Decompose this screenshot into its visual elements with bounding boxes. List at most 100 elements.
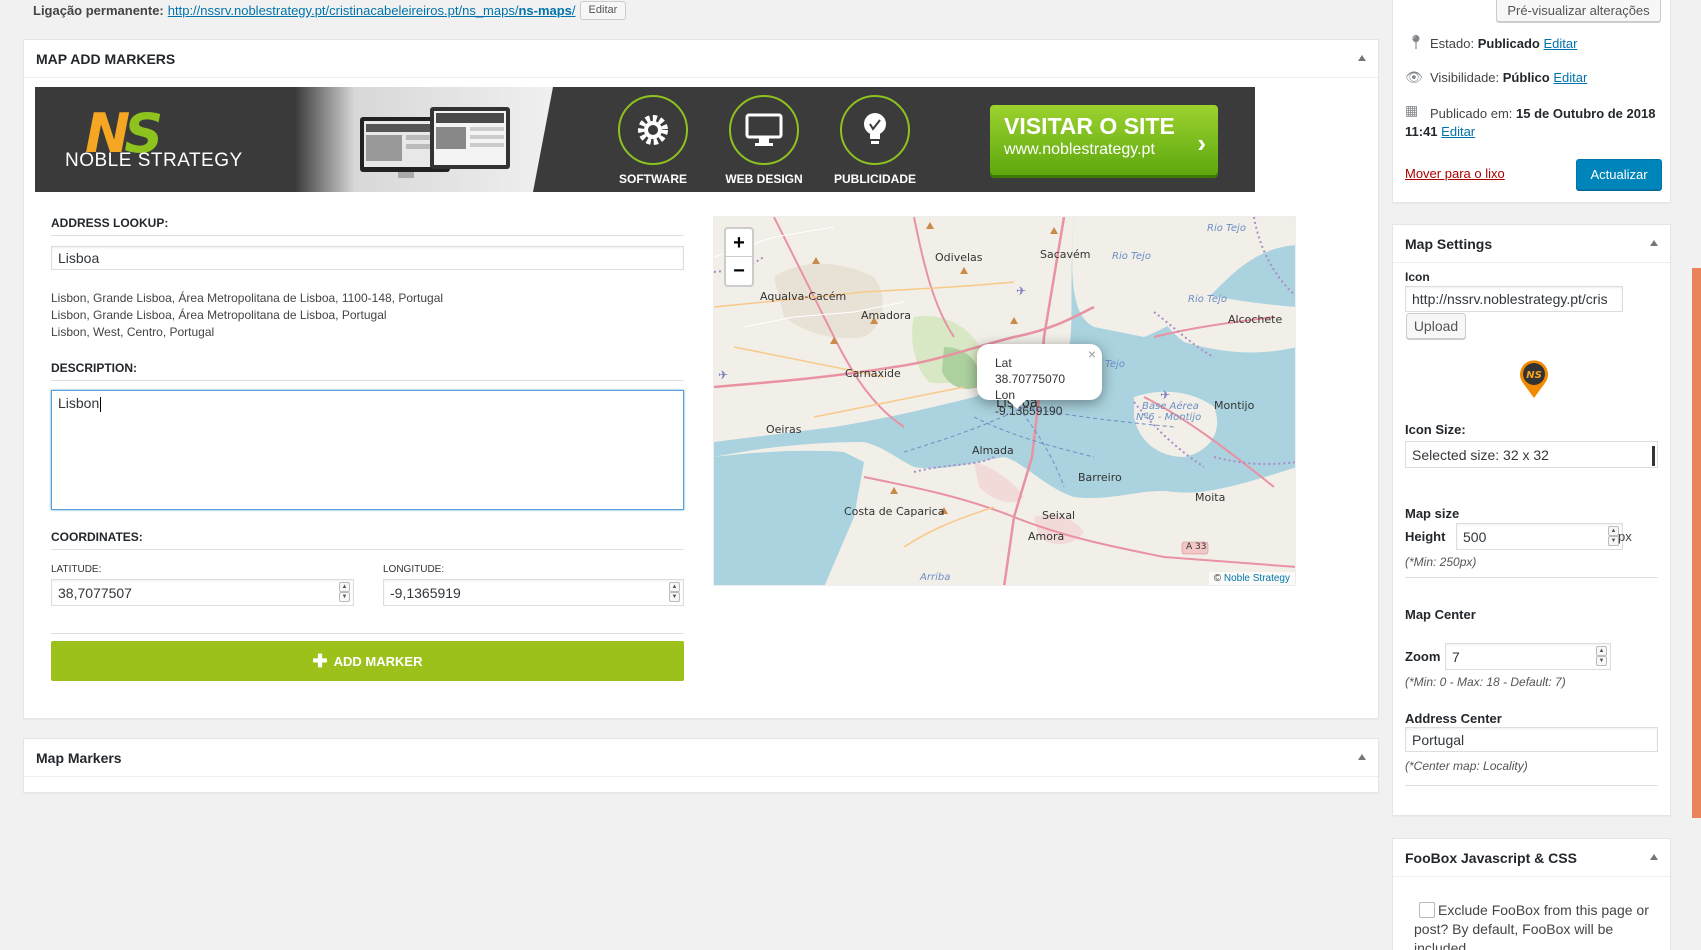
map-markers-box: Map Markers bbox=[23, 738, 1379, 793]
map-attribution: © Noble Strategy bbox=[1208, 572, 1295, 585]
status-row: Estado: Publicado Editar bbox=[1430, 36, 1578, 51]
svg-text:✈: ✈ bbox=[1016, 284, 1026, 298]
address-center-note: (*Center map: Locality) bbox=[1405, 759, 1528, 773]
map-label: Amadora bbox=[861, 309, 911, 322]
foobox-title: FooBox Javascript & CSS bbox=[1405, 849, 1577, 866]
calendar-icon: ▦ bbox=[1405, 102, 1419, 118]
map-label: Aqualva-Cacém bbox=[760, 290, 847, 303]
text-cursor bbox=[100, 396, 102, 412]
map-view[interactable]: ✈ ✈ ✈ + − Odivelas Sacavém Aqualva-Cacém… bbox=[713, 216, 1296, 586]
map-marker-icon: NS bbox=[1520, 360, 1548, 398]
latitude-stepper[interactable]: ▲ ▼ bbox=[339, 582, 350, 602]
stepper-up-icon[interactable]: ▲ bbox=[339, 582, 350, 592]
map-markers-title: Map Markers bbox=[36, 749, 122, 766]
collapse-arrow-icon[interactable] bbox=[1650, 240, 1658, 246]
collapse-arrow-icon[interactable] bbox=[1358, 55, 1366, 61]
published-edit-link[interactable]: Editar bbox=[1441, 124, 1475, 139]
publicidade-bulb-icon bbox=[840, 95, 910, 165]
stepper-up-icon[interactable]: ▲ bbox=[1596, 646, 1607, 656]
divider bbox=[1405, 785, 1658, 786]
address-lookup-input[interactable]: Lisboa bbox=[51, 246, 684, 270]
address-results-list: Lisbon, Grande Lisboa, Área Metropolitan… bbox=[51, 290, 443, 341]
icon-size-select[interactable]: Selected size: 32 x 32 bbox=[1405, 441, 1658, 468]
longitude-stepper[interactable]: ▲ ▼ bbox=[669, 582, 680, 602]
description-label: DESCRIPTION: bbox=[51, 361, 138, 375]
banner-service-web-design: WEB DESIGN bbox=[725, 172, 803, 186]
zoom-input[interactable]: 7 ▲ ▼ bbox=[1445, 643, 1611, 670]
published-row: Publicado em: 15 de Outubro de 2018 bbox=[1430, 106, 1656, 121]
address-result-item[interactable]: Lisbon, Grande Lisboa, Área Metropolitan… bbox=[51, 290, 443, 307]
zoom-value: 7 bbox=[1452, 648, 1460, 665]
visibility-edit-link[interactable]: Editar bbox=[1553, 70, 1587, 85]
description-text: Lisbon bbox=[58, 395, 100, 411]
svg-text:✈: ✈ bbox=[718, 368, 728, 382]
longitude-value: -9,1365919 bbox=[390, 584, 461, 601]
permalink-edit-button[interactable]: Editar bbox=[579, 0, 627, 20]
address-result-item[interactable]: Lisbon, Grande Lisboa, Área Metropolitan… bbox=[51, 307, 443, 324]
latitude-value: 38,7077507 bbox=[58, 584, 132, 601]
height-unit: px bbox=[1618, 529, 1632, 544]
banner-service-publicidade: PUBLICIDADE bbox=[833, 172, 916, 186]
map-size-label: Map size bbox=[1405, 506, 1460, 521]
address-lookup-label: ADDRESS LOOKUP: bbox=[51, 216, 169, 230]
stepper-down-icon[interactable]: ▼ bbox=[1596, 656, 1607, 666]
banner-service-software: SOFTWARE bbox=[619, 172, 687, 186]
foobox-header[interactable]: FooBox Javascript & CSS bbox=[1393, 839, 1670, 877]
exclude-foobox-label[interactable]: Exclude FooBox from this page or post? B… bbox=[1414, 901, 1649, 950]
foobox-box: FooBox Javascript & CSS Exclude FooBox f… bbox=[1392, 838, 1671, 950]
stepper-up-icon[interactable]: ▲ bbox=[669, 582, 680, 592]
permalink-link[interactable]: http://nssrv.noblestrategy.pt/cristinaca… bbox=[168, 3, 576, 18]
move-to-trash-link[interactable]: Mover para o lixo bbox=[1405, 166, 1505, 181]
zoom-out-button[interactable]: − bbox=[726, 257, 752, 285]
eye-icon: 👁︎ bbox=[1405, 69, 1423, 85]
update-button[interactable]: Actualizar bbox=[1576, 159, 1662, 190]
attribution-link[interactable]: Noble Strategy bbox=[1224, 573, 1290, 584]
zoom-stepper[interactable]: ▲ ▼ bbox=[1596, 646, 1607, 666]
pin-icon: 📍︎ bbox=[1407, 34, 1425, 50]
web-design-monitor-icon bbox=[729, 95, 799, 165]
divider bbox=[51, 235, 684, 236]
zoom-in-button[interactable]: + bbox=[726, 229, 752, 257]
map-add-markers-header[interactable]: MAP ADD MARKERS bbox=[24, 40, 1378, 78]
collapse-arrow-icon[interactable] bbox=[1358, 754, 1366, 760]
add-marker-label: ADD MARKER bbox=[333, 653, 423, 669]
longitude-label: LONGITUDE: bbox=[383, 564, 445, 575]
icon-url-input[interactable]: http://nssrv.noblestrategy.pt/cris bbox=[1405, 286, 1623, 312]
visit-site-button[interactable]: VISITAR O SITE www.noblestrategy.pt › bbox=[990, 105, 1218, 175]
map-settings-header[interactable]: Map Settings bbox=[1393, 225, 1670, 263]
published-time-row: 11:41 Editar bbox=[1405, 124, 1476, 139]
upload-button[interactable]: Upload bbox=[1406, 313, 1466, 339]
visit-site-url: www.noblestrategy.pt bbox=[1004, 141, 1155, 158]
latitude-input[interactable]: 38,7077507 ▲ ▼ bbox=[51, 579, 354, 606]
map-label: Arriba bbox=[920, 572, 951, 583]
height-label: Height bbox=[1405, 529, 1446, 544]
map-markers-header[interactable]: Map Markers bbox=[24, 739, 1378, 777]
page-scrollbar-thumb[interactable] bbox=[1692, 268, 1701, 818]
marker-popup: Lat 38.70775070 Lon -9.13659190 × bbox=[977, 344, 1102, 418]
zoom-label: Zoom bbox=[1405, 649, 1441, 664]
height-note: (*Min: 250px) bbox=[1405, 555, 1477, 569]
map-label: Moita bbox=[1195, 491, 1226, 504]
height-input[interactable]: 500 ▲ ▼ bbox=[1456, 523, 1623, 550]
stepper-down-icon[interactable]: ▼ bbox=[669, 592, 680, 602]
longitude-input[interactable]: -9,1365919 ▲ ▼ bbox=[383, 579, 684, 606]
map-label: Odivelas bbox=[935, 251, 983, 264]
close-icon[interactable]: × bbox=[1088, 346, 1096, 362]
map-settings-title: Map Settings bbox=[1405, 235, 1493, 252]
map-label: Montijo bbox=[1214, 399, 1255, 412]
add-marker-button[interactable]: ✚ ADD MARKER bbox=[51, 641, 684, 681]
map-label: Rio Tejo bbox=[1188, 294, 1227, 305]
map-label: Barreiro bbox=[1078, 471, 1122, 484]
zoom-control: + − bbox=[724, 227, 754, 287]
status-edit-link[interactable]: Editar bbox=[1543, 36, 1577, 51]
noble-strategy-banner[interactable]: NS NOBLE STRATEGY SOFTWARE WEB DESIGN PU… bbox=[35, 87, 1255, 192]
preview-changes-button[interactable]: Pré-visualizar alterações bbox=[1496, 0, 1661, 22]
collapse-arrow-icon[interactable] bbox=[1650, 854, 1658, 860]
map-label: Base Aérea bbox=[1142, 401, 1199, 412]
map-label: Carnaxide bbox=[845, 367, 901, 380]
address-center-input[interactable]: Portugal bbox=[1405, 727, 1658, 752]
description-textarea[interactable]: Lisbon bbox=[51, 390, 684, 510]
stepper-down-icon[interactable]: ▼ bbox=[339, 592, 350, 602]
address-result-item[interactable]: Lisbon, West, Centro, Portugal bbox=[51, 324, 443, 341]
banner-company-name: NOBLE STRATEGY bbox=[65, 150, 243, 171]
